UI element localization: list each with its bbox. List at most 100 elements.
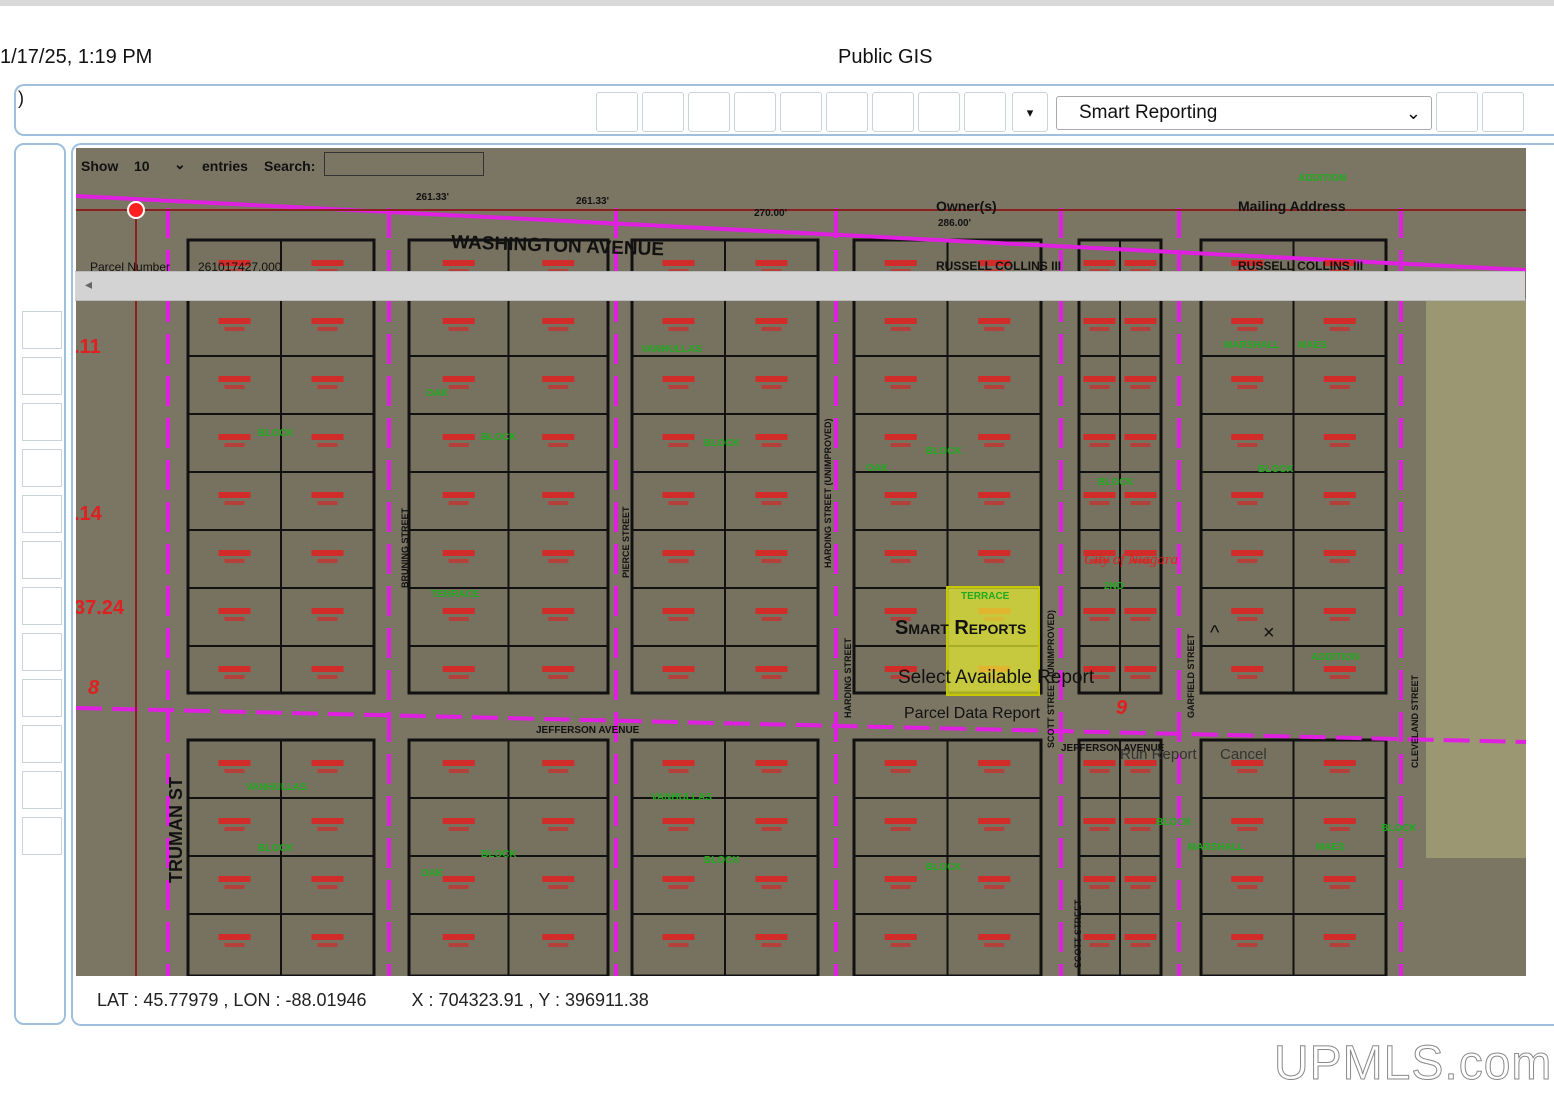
tool-button-4[interactable] (734, 92, 776, 132)
tool-button-9[interactable] (964, 92, 1006, 132)
tool-button-8[interactable] (918, 92, 960, 132)
parcel-number-mark (884, 608, 917, 614)
parcel-acreage-mark (224, 385, 245, 389)
parcel-number-mark (442, 608, 475, 614)
tool-button-10[interactable] (1436, 92, 1478, 132)
parcel-acreage-mark (761, 385, 782, 389)
parcel-number-mark (1124, 934, 1157, 940)
side-button-4[interactable] (22, 449, 62, 487)
subdivision-label-block-4: BLOCK (926, 446, 962, 457)
side-button-11[interactable] (22, 771, 62, 809)
side-button-3[interactable] (22, 403, 62, 441)
parcel-number-mark (1083, 934, 1116, 940)
parcel-acreage-mark (317, 943, 338, 947)
parcel-number-mark (1323, 666, 1356, 672)
location-marker-icon (127, 201, 145, 219)
side-button-10[interactable] (22, 725, 62, 763)
run-report-button[interactable]: Run Report (1120, 746, 1197, 763)
parcel-acreage-mark (1089, 827, 1110, 831)
parcel-number-mark (542, 666, 575, 672)
side-button-5[interactable] (22, 495, 62, 533)
parcel-number-mark (542, 434, 575, 440)
subdivision-label-block-9: BLOCK (704, 855, 740, 866)
parcel-acreage-mark (890, 769, 911, 773)
side-button-1[interactable] (22, 311, 62, 349)
parcel-acreage-mark (1237, 501, 1258, 505)
report-select-label[interactable]: Select Available Report (898, 667, 1094, 689)
parcel-number-mark (1231, 608, 1264, 614)
dimension-label-261-b: 261.33' (576, 196, 609, 207)
parcel-number-mark (542, 760, 575, 766)
parcel-acreage-mark (1130, 943, 1151, 947)
parcel-acreage-mark (761, 559, 782, 563)
parcel-acreage-mark (1329, 385, 1350, 389)
parcel-acreage-mark (1089, 617, 1110, 621)
subdivision-label-maes-2: MAES (1316, 842, 1345, 853)
side-button-7[interactable] (22, 587, 62, 625)
smart-reporting-select[interactable]: Smart Reporting ⌄ (1056, 96, 1432, 130)
parcel-acreage-mark (984, 559, 1005, 563)
column-header-owner[interactable]: Owner(s) (936, 198, 997, 214)
tool-button-6[interactable] (826, 92, 868, 132)
subdivision-label-terrace-2: TERRACE (961, 591, 1010, 602)
parcel-acreage-mark (668, 501, 689, 505)
parcel-number-mark (1124, 608, 1157, 614)
parcel-acreage-mark (1329, 885, 1350, 889)
close-icon[interactable]: × (1263, 622, 1275, 644)
parcel-acreage-mark (1089, 327, 1110, 331)
parcel-acreage-mark (224, 769, 245, 773)
parcel-acreage-mark (224, 827, 245, 831)
parcel-number-mark (442, 318, 475, 324)
parcel-acreage-mark (1130, 769, 1151, 773)
tool-button-7[interactable] (872, 92, 914, 132)
minimize-icon[interactable]: ^ (1210, 622, 1219, 644)
subdivision-label-terrace-1: TERRACE (431, 589, 480, 600)
parcel-acreage-mark (1089, 885, 1110, 889)
tool-button-5[interactable] (780, 92, 822, 132)
report-option-parcel-data[interactable]: Parcel Data Report (904, 705, 1040, 723)
tool-dropdown-button[interactable]: ▾ (1012, 92, 1048, 132)
side-button-6[interactable] (22, 541, 62, 579)
tool-button-11[interactable] (1482, 92, 1524, 132)
parcel-acreage-mark (448, 385, 469, 389)
side-button-8[interactable] (22, 633, 62, 671)
show-label: Show (81, 158, 119, 174)
parcel-number-mark (662, 434, 695, 440)
side-button-12[interactable] (22, 817, 62, 855)
parcel-acreage-mark (548, 559, 569, 563)
entries-select[interactable]: 10 (134, 158, 150, 174)
parcel-acreage-mark (1130, 827, 1151, 831)
parcel-number-mark (1231, 434, 1264, 440)
table-horizontal-scrollbar[interactable]: ◂ (75, 271, 1525, 301)
street-label-harding-unimproved: HARDING STREET (UNIMPROVED) (823, 418, 833, 568)
parcel-number-mark (755, 608, 788, 614)
tool-button-2[interactable] (642, 92, 684, 132)
parcel-number-mark (662, 818, 695, 824)
side-button-9[interactable] (22, 679, 62, 717)
parcel-number-mark (755, 376, 788, 382)
parcel-acreage-mark (224, 501, 245, 505)
parcel-acreage-mark (1237, 559, 1258, 563)
parcel-number-mark (218, 876, 251, 882)
parcel-acreage-mark (1089, 769, 1110, 773)
column-header-mailing-address[interactable]: Mailing Address (1238, 198, 1346, 214)
parcel-number-mark (755, 876, 788, 882)
parcel-acreage-mark (984, 885, 1005, 889)
parcel-number-mark (1323, 818, 1356, 824)
parcel-acreage-mark (548, 443, 569, 447)
parcel-acreage-mark (224, 559, 245, 563)
parcel-number-mark (884, 818, 917, 824)
tool-button-1[interactable] (596, 92, 638, 132)
subdivision-label-oak-1: OAK (426, 388, 449, 399)
tool-button-3[interactable] (688, 92, 730, 132)
parcel-number-mark (755, 666, 788, 672)
subdivision-label-marshall-2: MARSHALL (1188, 842, 1244, 853)
parcel-number-mark (218, 818, 251, 824)
cancel-button[interactable]: Cancel (1220, 746, 1267, 763)
parcel-number-mark (218, 934, 251, 940)
search-input[interactable] (324, 152, 484, 176)
parcel-number-mark (884, 434, 917, 440)
parcel-acreage-mark (890, 827, 911, 831)
side-button-2[interactable] (22, 357, 62, 395)
scroll-left-icon[interactable]: ◂ (85, 276, 92, 293)
